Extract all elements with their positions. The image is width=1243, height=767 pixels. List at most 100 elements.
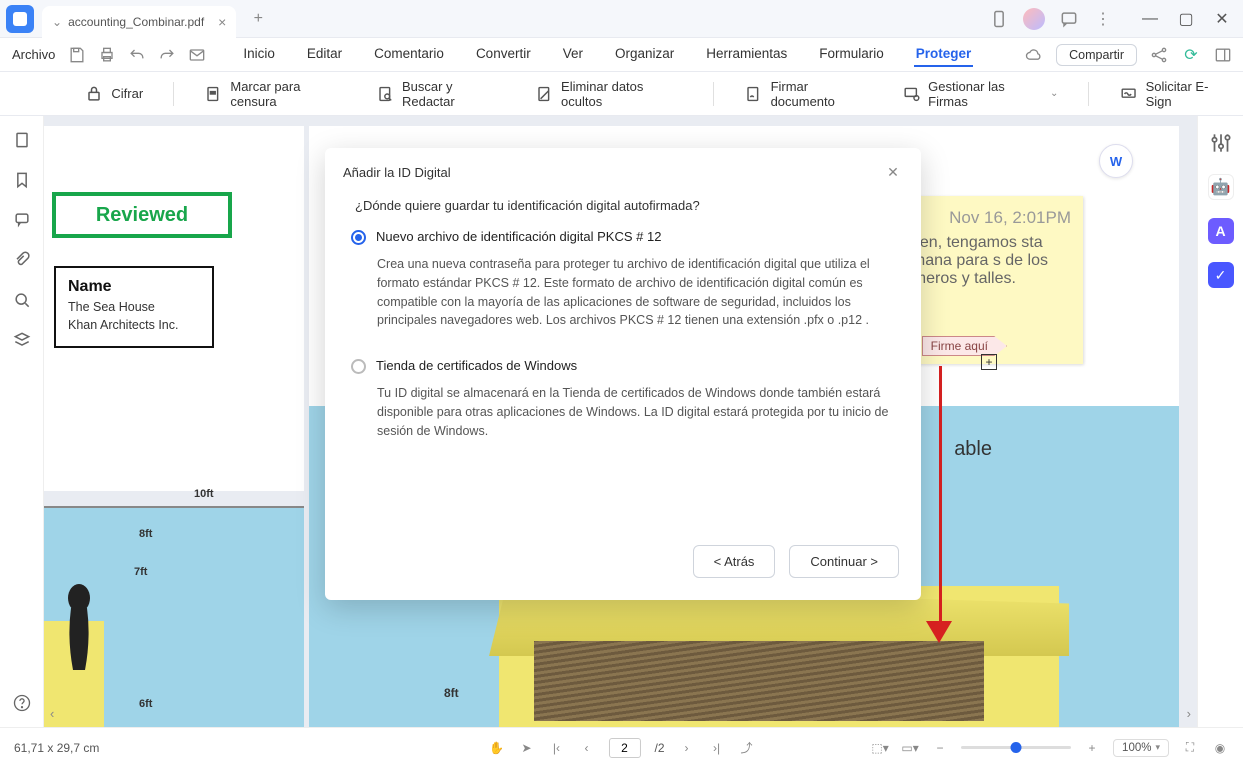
ribbon-gestionar[interactable]: Gestionar las Firmas ⌄ <box>902 79 1058 109</box>
share-button[interactable]: Compartir <box>1056 44 1137 66</box>
zoom-in-icon[interactable]: + <box>1083 741 1101 755</box>
first-page-icon[interactable]: |‹ <box>548 741 564 755</box>
scroll-left-icon[interactable]: ‹ <box>50 706 54 721</box>
lock-icon <box>84 84 104 104</box>
ribbon-eliminar[interactable]: Eliminar datos ocultos <box>535 79 684 109</box>
panel-icon[interactable] <box>1213 45 1233 65</box>
tab-editar[interactable]: Editar <box>305 42 344 67</box>
search-icon[interactable] <box>12 290 32 310</box>
thumbnail-icon[interactable] <box>12 130 32 150</box>
attachment-icon[interactable] <box>12 250 32 270</box>
ribbon: Cifrar Marcar para censura Buscar y Reda… <box>0 72 1243 116</box>
ribbon-buscar[interactable]: Buscar y Redactar <box>376 79 505 109</box>
ribbon-firmar-label: Firmar documento <box>771 79 872 109</box>
back-button[interactable]: < Atrás <box>693 545 776 578</box>
radio-option-windows[interactable]: Tienda de certificados de Windows <box>351 358 895 374</box>
add-digital-id-dialog: Añadir la ID Digital ✕ ¿Dónde quiere gua… <box>325 148 921 600</box>
reviewed-stamp: Reviewed <box>52 192 232 238</box>
read-mode-icon[interactable]: ◉ <box>1211 741 1229 755</box>
ribbon-separator <box>173 82 174 106</box>
last-page-icon[interactable]: ›| <box>709 741 725 755</box>
ribbon-esign[interactable]: Solicitar E-Sign <box>1119 79 1231 109</box>
tab-comentario[interactable]: Comentario <box>372 42 446 67</box>
save-icon[interactable] <box>67 45 87 65</box>
zoom-percent[interactable]: 100%▾ <box>1113 739 1169 757</box>
ribbon-marcar-label: Marcar para censura <box>230 79 345 109</box>
tab-proteger[interactable]: Proteger <box>914 42 974 67</box>
ribbon-marcar[interactable]: Marcar para censura <box>204 79 346 109</box>
word-export-button[interactable]: W <box>1099 144 1133 178</box>
dim-6ft: 6ft <box>139 698 152 710</box>
dim-8ft: 8ft <box>139 528 152 540</box>
zoom-out-icon[interactable]: − <box>931 741 949 755</box>
help-icon[interactable] <box>12 693 32 713</box>
radio-pkcs12-desc: Crea una nueva contraseña para proteger … <box>377 255 895 330</box>
user-avatar[interactable] <box>1023 8 1045 30</box>
radio-checked-icon[interactable] <box>351 230 366 245</box>
minimize-button[interactable]: — <box>1135 7 1165 31</box>
tab-convertir[interactable]: Convertir <box>474 42 533 67</box>
file-tab-label: accounting_Combinar.pdf <box>68 15 204 29</box>
check-app-icon[interactable]: ✓ <box>1208 262 1234 288</box>
ai-chat-icon[interactable]: 🤖 <box>1208 174 1234 200</box>
reviewed-text: Reviewed <box>96 204 188 227</box>
page-total: /2 <box>654 741 664 755</box>
jump-icon[interactable]: ⤴ <box>739 739 755 756</box>
dialog-title: Añadir la ID Digital <box>343 165 451 180</box>
bookmark-icon[interactable] <box>12 170 32 190</box>
hand-tool-icon[interactable]: ✋ <box>488 741 504 755</box>
menu-archivo[interactable]: Archivo <box>10 43 57 66</box>
new-tab-button[interactable]: + <box>246 7 270 31</box>
layers-icon[interactable] <box>12 330 32 350</box>
tab-formulario[interactable]: Formulario <box>817 42 886 67</box>
ribbon-cifrar[interactable]: Cifrar <box>84 84 143 104</box>
fit-width-icon[interactable]: ⬚▾ <box>871 741 889 755</box>
comment-icon[interactable] <box>12 210 32 230</box>
remove-hidden-icon <box>535 84 554 104</box>
dim-8ft-b: 8ft <box>444 686 459 700</box>
close-window-button[interactable]: ✕ <box>1207 7 1237 31</box>
ribbon-buscar-label: Buscar y Redactar <box>402 79 505 109</box>
close-tab-icon[interactable]: × <box>218 14 226 30</box>
dialog-question: ¿Dónde quiere guardar tu identificación … <box>355 198 895 213</box>
prev-page-icon[interactable]: ‹ <box>578 741 594 755</box>
dialog-close-button[interactable]: ✕ <box>883 162 903 182</box>
chat-icon[interactable] <box>1059 9 1079 29</box>
file-tab[interactable]: ⌄ accounting_Combinar.pdf × <box>42 6 236 38</box>
radio-unchecked-icon[interactable] <box>351 359 366 374</box>
tab-ver[interactable]: Ver <box>561 42 585 67</box>
ribbon-firmar[interactable]: Firmar documento <box>744 79 872 109</box>
mail-icon[interactable] <box>187 45 207 65</box>
cloud-icon[interactable] <box>1024 45 1044 65</box>
tab-inicio[interactable]: Inicio <box>241 42 277 67</box>
phone-icon[interactable] <box>989 9 1009 29</box>
fullscreen-icon[interactable]: ⛶ <box>1181 740 1199 755</box>
tab-herramientas[interactable]: Herramientas <box>704 42 789 67</box>
page-layout-icon[interactable]: ▭▾ <box>901 741 919 755</box>
app-logo[interactable] <box>6 5 34 33</box>
share-nodes-icon[interactable] <box>1149 45 1169 65</box>
redo-icon[interactable] <box>157 45 177 65</box>
maximize-button[interactable]: ▢ <box>1171 7 1201 31</box>
radio-option-pkcs12[interactable]: Nuevo archivo de identificación digital … <box>351 229 895 245</box>
tab-organizar[interactable]: Organizar <box>613 42 676 67</box>
scroll-right-icon[interactable]: › <box>1187 706 1191 721</box>
sync-icon[interactable]: ⟳ <box>1181 45 1201 65</box>
sign-here-tag[interactable]: Firme aquí <box>922 336 1007 356</box>
undo-icon[interactable] <box>127 45 147 65</box>
print-icon[interactable] <box>97 45 117 65</box>
page-number-input[interactable] <box>608 738 640 758</box>
more-icon[interactable]: ⋮ <box>1093 9 1113 29</box>
translate-icon[interactable]: A <box>1208 218 1234 244</box>
next-page-icon[interactable]: › <box>679 741 695 755</box>
name-line1: The Sea House <box>68 300 200 314</box>
sliders-icon[interactable] <box>1208 130 1234 156</box>
titlebar: ⌄ accounting_Combinar.pdf × + ⋮ — ▢ ✕ <box>0 0 1243 38</box>
select-tool-icon[interactable]: ➤ <box>518 741 534 755</box>
ribbon-separator <box>1088 82 1089 106</box>
continue-button[interactable]: Continuar > <box>789 545 899 578</box>
zoom-slider[interactable] <box>961 746 1071 749</box>
statusbar: 61,71 x 29,7 cm ✋ ➤ |‹ ‹ /2 › ›| ⤴ ⬚▾ ▭▾… <box>0 727 1243 767</box>
partial-text: able <box>954 438 992 461</box>
add-annotation-button[interactable]: + <box>981 354 997 370</box>
